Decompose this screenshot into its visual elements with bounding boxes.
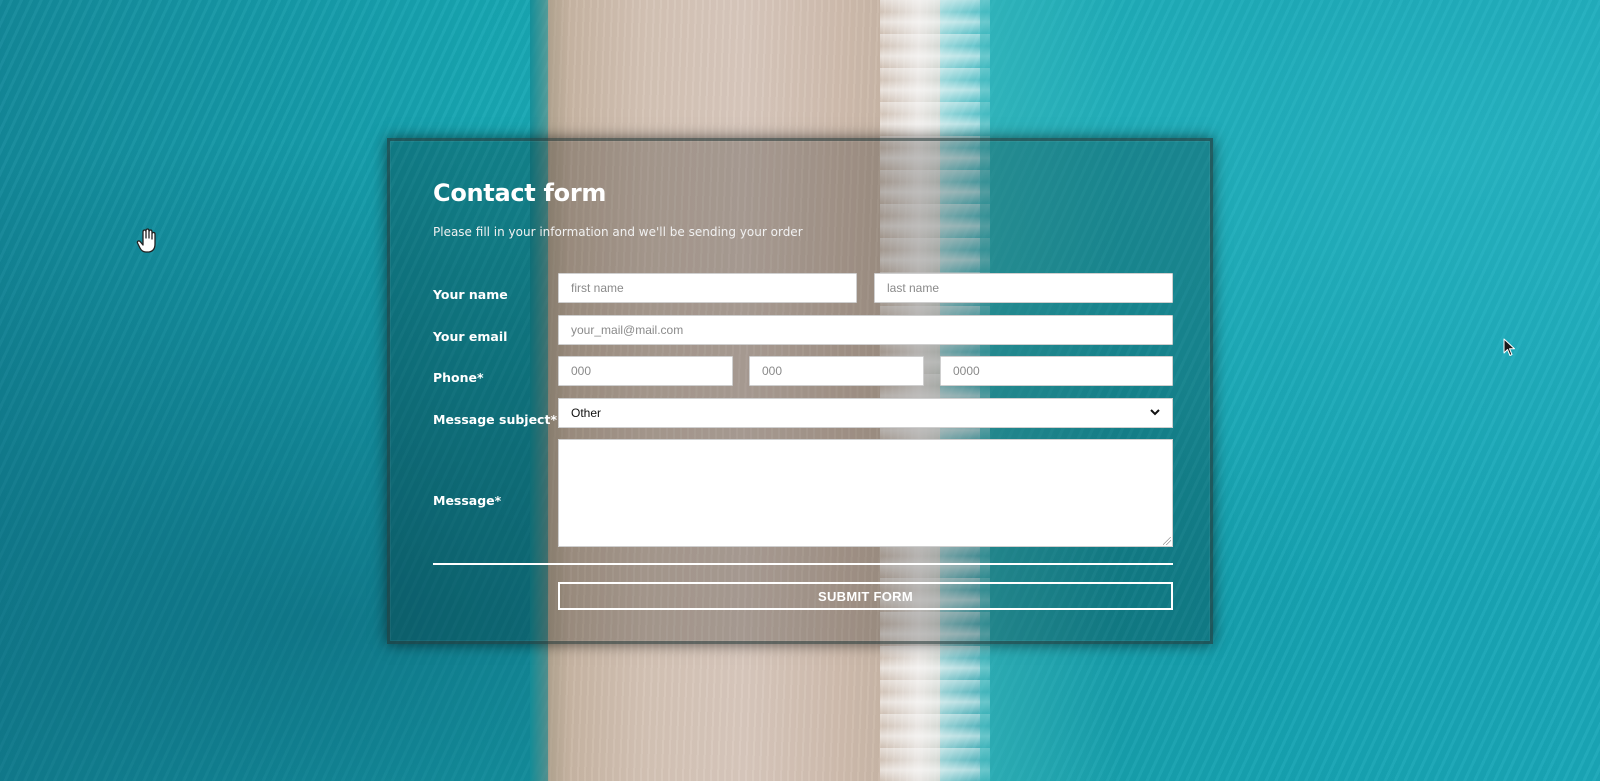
arrow-cursor-icon	[1503, 338, 1517, 358]
message-textarea[interactable]	[558, 439, 1173, 547]
form-subtitle: Please fill in your information and we'l…	[433, 225, 803, 239]
subject-label: Message subject*	[433, 412, 557, 427]
subject-select[interactable]: Other	[558, 398, 1173, 428]
last-name-input[interactable]	[874, 273, 1173, 303]
email-label: Your email	[433, 329, 508, 344]
page: Contact form Please fill in your informa…	[0, 0, 1600, 781]
phone-label: Phone*	[433, 370, 484, 385]
phone-line-input[interactable]	[940, 356, 1173, 386]
form-divider	[433, 563, 1173, 565]
phone-area-input[interactable]	[558, 356, 733, 386]
chevron-down-icon	[1150, 408, 1160, 419]
form-title: Contact form	[433, 179, 607, 207]
message-label: Message*	[433, 493, 502, 508]
submit-form-button[interactable]: SUBMIT FORM	[558, 582, 1173, 610]
name-label: Your name	[433, 287, 508, 302]
contact-form-card: Contact form Please fill in your informa…	[387, 138, 1213, 644]
resize-handle-icon[interactable]	[1163, 537, 1171, 545]
phone-prefix-input[interactable]	[749, 356, 924, 386]
subject-selected-value: Other	[571, 406, 602, 420]
first-name-input[interactable]	[558, 273, 857, 303]
email-input[interactable]	[558, 315, 1173, 345]
hand-cursor-icon	[136, 228, 158, 254]
